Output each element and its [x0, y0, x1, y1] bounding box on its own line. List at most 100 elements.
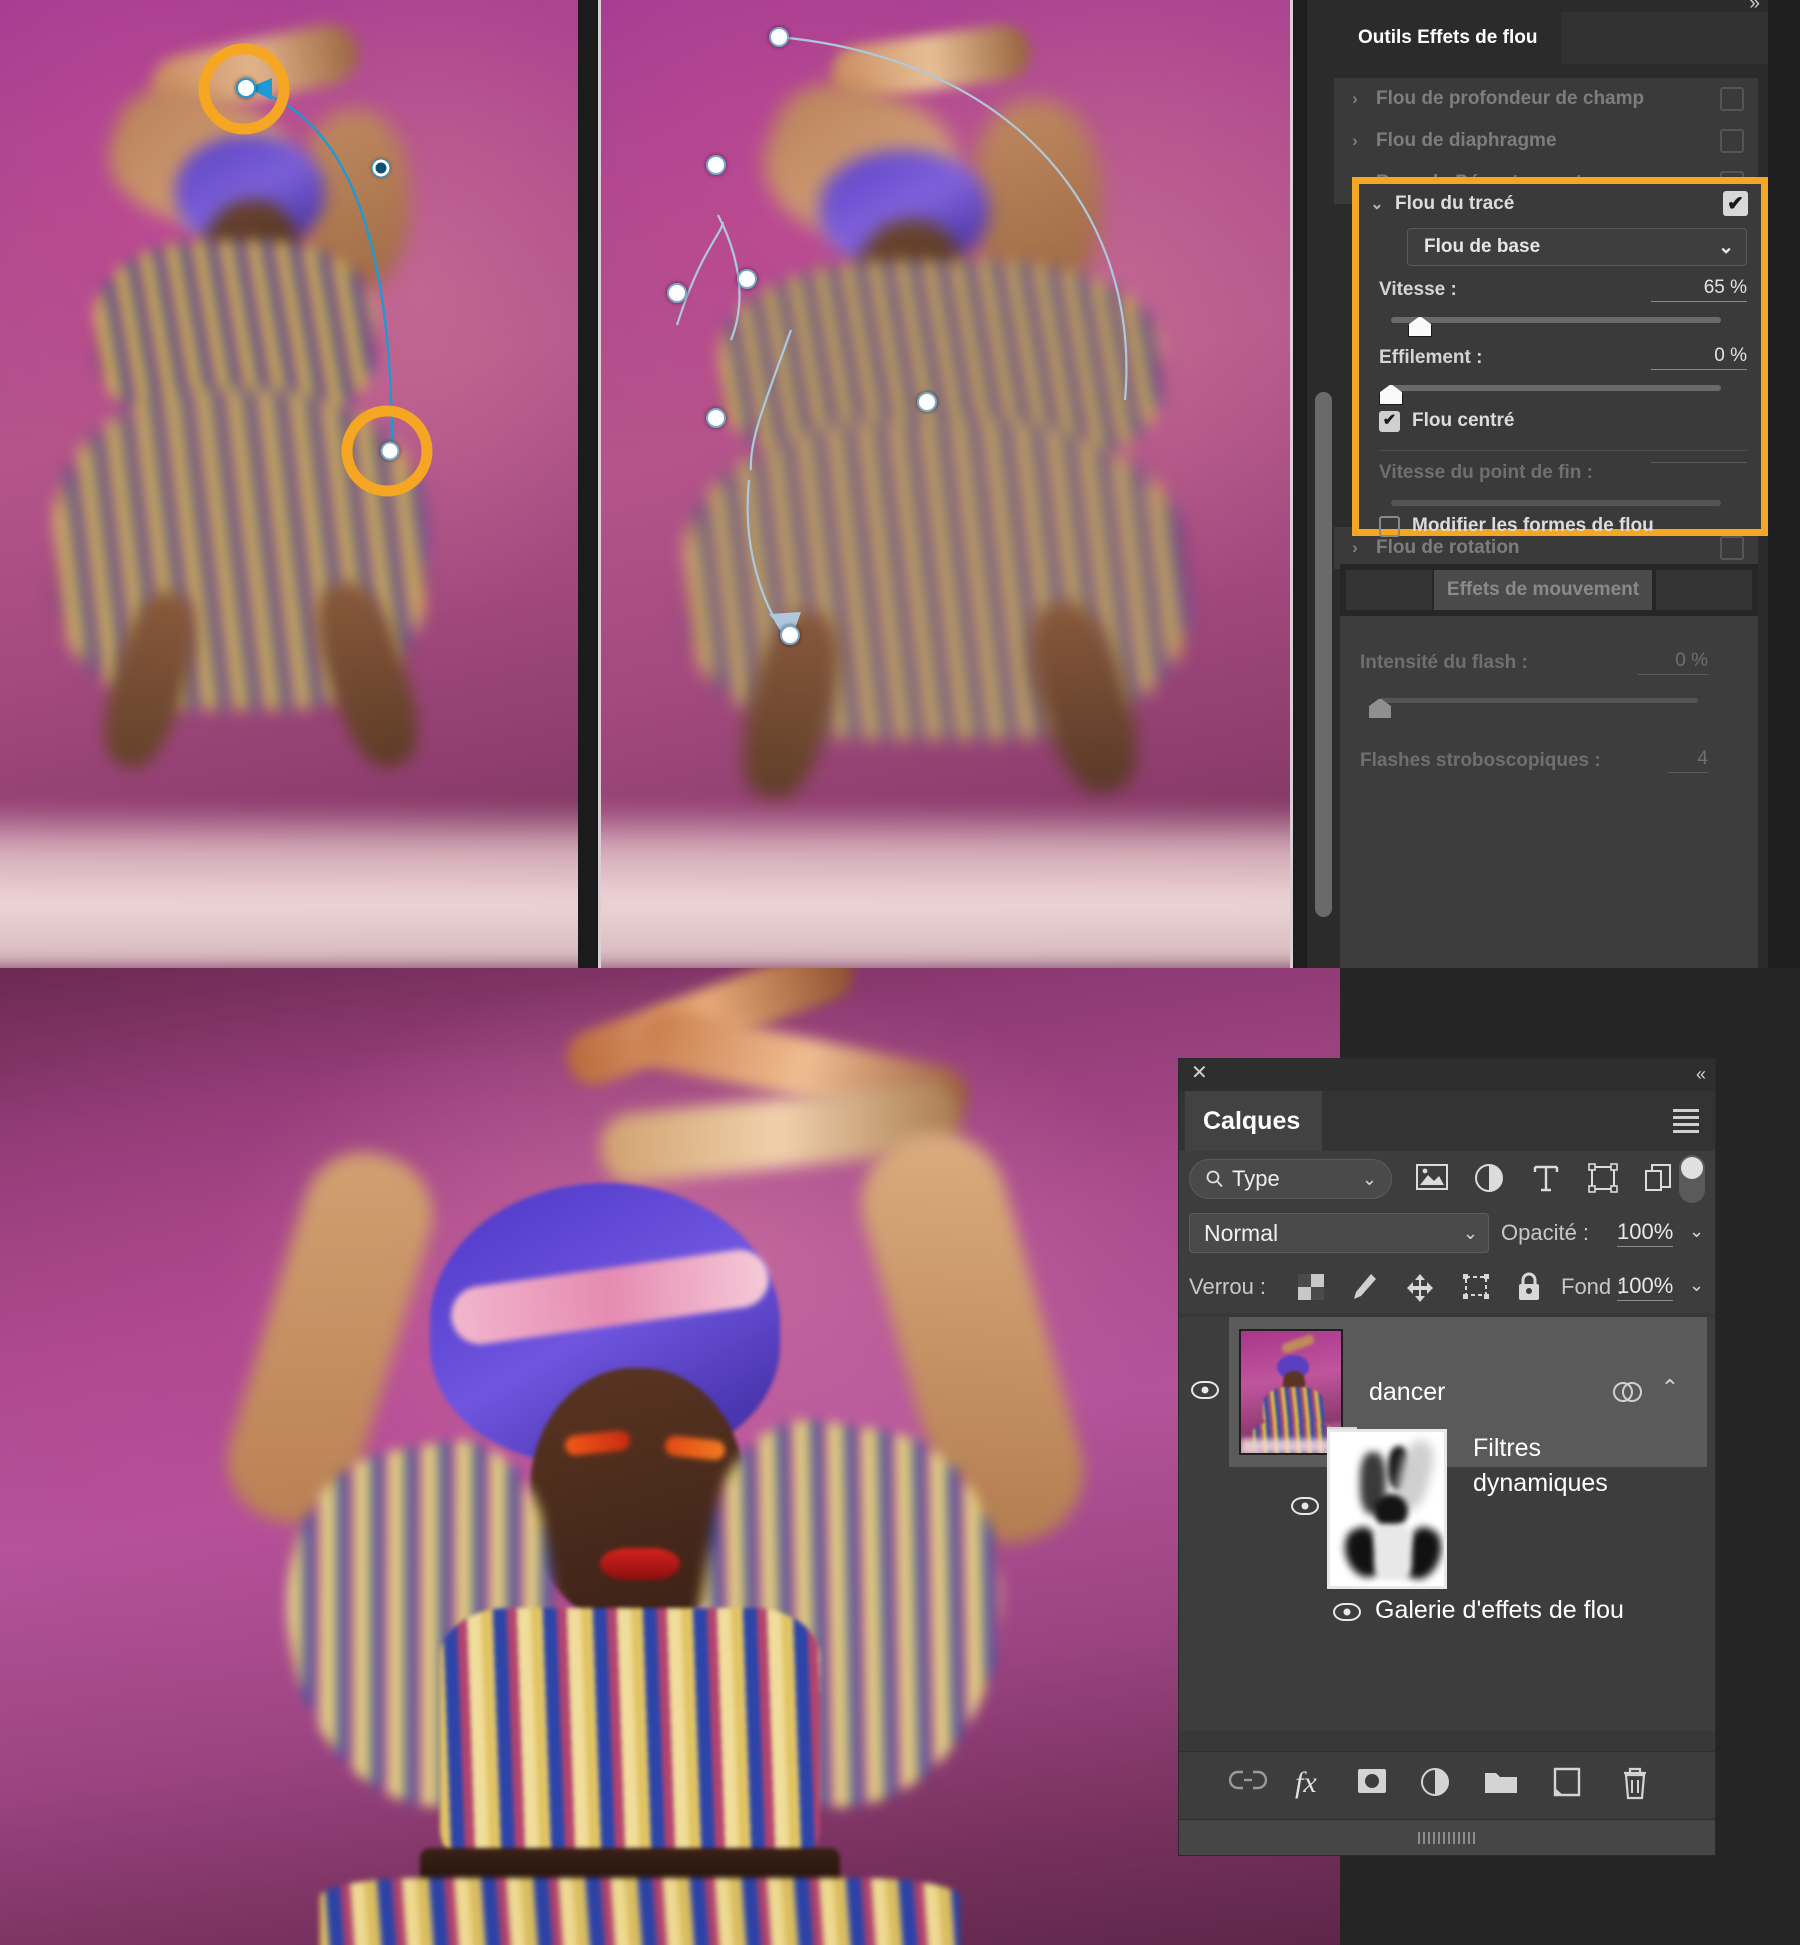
grip-dots-icon — [1418, 1832, 1476, 1844]
speed-slider-track[interactable] — [1391, 317, 1721, 323]
layers-panel-resize-grip[interactable] — [1179, 1819, 1715, 1855]
preview-middle-pane[interactable] — [598, 0, 1293, 968]
blur-shape-select[interactable]: Flou de base ⌄ — [1407, 228, 1747, 266]
path-pin-center[interactable] — [737, 269, 757, 289]
layer-name-line-1[interactable]: Filtres — [1473, 1434, 1541, 1463]
taper-value[interactable]: 0 % — [1651, 345, 1747, 370]
centered-blur-row[interactable]: ✔ Flou centré — [1379, 410, 1514, 432]
filter-toggle-switch[interactable] — [1679, 1155, 1705, 1203]
layer-visibility-eye-icon[interactable] — [1291, 1497, 1319, 1515]
accordion-checkbox[interactable] — [1720, 536, 1744, 560]
layer-name[interactable]: dancer — [1369, 1378, 1445, 1407]
type-layer-icon[interactable] — [1531, 1162, 1561, 1199]
path-pin-waist[interactable] — [706, 408, 726, 428]
layers-panel: ✕ « Calques Type ⌄ Normal ⌄ Opacité: 10… — [1178, 1058, 1716, 1856]
hamburger-icon[interactable] — [1673, 1109, 1699, 1137]
effects-circle-icon[interactable] — [1611, 1377, 1643, 1412]
opacity-value[interactable]: 100% — [1617, 1219, 1674, 1247]
layers-panel-titlebar: ✕ « — [1179, 1059, 1715, 1091]
layers-panel-bottom-toolbar: fx — [1179, 1751, 1715, 1819]
shape-layer-icon[interactable] — [1587, 1162, 1619, 1199]
panel-topbar: » — [1334, 0, 1768, 14]
path-pin-left-lower[interactable] — [667, 283, 687, 303]
fx-icon[interactable]: fx — [1295, 1766, 1317, 1800]
table-row[interactable]: dancer ⌃ — [1179, 1317, 1715, 1467]
fill-value[interactable]: 100% — [1617, 1273, 1674, 1301]
path-pin-left-upper[interactable] — [706, 155, 726, 175]
motion-effects-tab-label: Effets de mouvement — [1446, 579, 1640, 600]
motion-effects-tabstrip: Effets de mouvement — [1340, 564, 1758, 616]
smart-object-icon[interactable] — [1643, 1162, 1673, 1199]
adjustment-icon[interactable] — [1419, 1766, 1451, 1803]
chevron-down-icon: ⌄ — [1718, 236, 1734, 258]
lock-transparency-icon[interactable] — [1297, 1273, 1325, 1306]
centered-blur-label: Flou centré — [1412, 410, 1515, 431]
studio-floor-middle — [601, 803, 1290, 968]
taper-slider-track[interactable] — [1391, 385, 1721, 391]
flash-strength-label: Intensité du flash : — [1360, 652, 1528, 673]
studio-floor — [0, 803, 578, 968]
smart-filter-name[interactable]: Galerie d'effets de flou — [1375, 1596, 1624, 1625]
smart-filter-mask-thumbnail[interactable] — [1327, 1429, 1447, 1589]
close-icon[interactable]: ✕ — [1191, 1063, 1208, 1083]
accordion-label: Flou de diaphragme — [1376, 130, 1557, 151]
motion-tab-right[interactable] — [1656, 570, 1752, 610]
layer-filter-value: Type — [1232, 1166, 1280, 1191]
lock-all-icon[interactable] — [1515, 1271, 1543, 1308]
sharp-dancer-final — [0, 968, 1340, 1945]
folder-icon[interactable] — [1483, 1766, 1519, 1801]
trash-icon[interactable] — [1619, 1766, 1651, 1805]
edit-blur-shapes-label: Modifier les formes de flou — [1412, 515, 1654, 536]
pixel-layer-icon[interactable] — [1415, 1162, 1449, 1197]
filter-visibility-eye-icon[interactable] — [1333, 1603, 1361, 1621]
lock-artboard-icon[interactable] — [1461, 1273, 1491, 1306]
right-panel-column: » Outils Effets de flou › Flou de profon… — [1293, 0, 1800, 968]
blurred-dancer-left — [0, 0, 578, 968]
centered-blur-checkbox[interactable]: ✔ — [1379, 410, 1400, 432]
tab-effets-de-mouvement[interactable]: Effets de mouvement — [1434, 570, 1652, 610]
chevron-down-icon[interactable]: ⌄ — [1689, 1221, 1704, 1242]
path-pin-mid[interactable] — [371, 158, 391, 178]
blur-shape-value: Flou de base — [1424, 236, 1541, 257]
table-row[interactable]: Filtres dynamiques Galerie d'effets de f… — [1179, 1429, 1715, 1731]
path-blur-header[interactable]: ⌄ Flou du tracé ✔ — [1359, 184, 1761, 224]
chevron-right-icon: › — [1352, 538, 1358, 557]
path-pin-bottom-arrow[interactable] — [780, 625, 800, 645]
preview-left-pane[interactable] — [0, 0, 578, 968]
flash-strength-value: 0 % — [1638, 650, 1708, 675]
accordion-row-iris-blur[interactable]: › Flou de diaphragme — [1334, 120, 1758, 162]
blend-mode-select[interactable]: Normal ⌄ — [1189, 1213, 1489, 1253]
edit-blur-shapes-checkbox[interactable] — [1379, 515, 1400, 537]
layer-filter-type-select[interactable]: Type ⌄ — [1189, 1159, 1392, 1199]
chevron-down-icon[interactable]: ⌄ — [1689, 1275, 1704, 1296]
chevron-down-icon: ⌄ — [1462, 1222, 1478, 1243]
highlight-ring-end — [341, 405, 433, 497]
chevron-right-icon: › — [1352, 131, 1358, 150]
chevron-up-icon[interactable]: ⌃ — [1661, 1375, 1679, 1401]
mask-icon[interactable] — [1355, 1766, 1389, 1801]
link-icon[interactable] — [1228, 1766, 1268, 1799]
path-blur-enable-checkbox[interactable]: ✔ — [1723, 191, 1748, 216]
chevron-down-icon: ⌄ — [1361, 1168, 1377, 1189]
tab-calques[interactable]: Calques — [1185, 1091, 1322, 1151]
path-blur-section: ⌄ Flou du tracé ✔ Flou de base ⌄ Vitesse… — [1352, 177, 1768, 537]
path-pin-top[interactable] — [769, 27, 789, 47]
panel-scrollbar[interactable] — [1315, 392, 1332, 917]
lock-position-icon[interactable] — [1405, 1273, 1435, 1308]
search-icon — [1206, 1170, 1223, 1188]
accordion-checkbox[interactable] — [1720, 129, 1744, 153]
layers-filter-bar: Type ⌄ — [1179, 1151, 1715, 1207]
path-pin-right-end[interactable] — [917, 392, 937, 412]
layer-name-line-2[interactable]: dynamiques — [1473, 1469, 1608, 1498]
adjustment-layer-icon[interactable] — [1473, 1162, 1505, 1199]
accordion-row-depth-of-field[interactable]: › Flou de profondeur de champ — [1334, 78, 1758, 120]
edit-blur-shapes-row[interactable]: Modifier les formes de flou — [1379, 515, 1654, 537]
layer-visibility-eye-icon[interactable] — [1191, 1381, 1219, 1399]
motion-tab-left[interactable] — [1346, 570, 1432, 610]
collapse-icon[interactable]: « — [1696, 1064, 1706, 1085]
new-layer-icon[interactable] — [1551, 1766, 1583, 1803]
tab-outils-effets-de-flou[interactable]: Outils Effets de flou — [1334, 12, 1562, 64]
accordion-checkbox[interactable] — [1720, 87, 1744, 111]
lock-image-icon[interactable] — [1349, 1271, 1379, 1308]
speed-value[interactable]: 65 % — [1651, 277, 1747, 302]
